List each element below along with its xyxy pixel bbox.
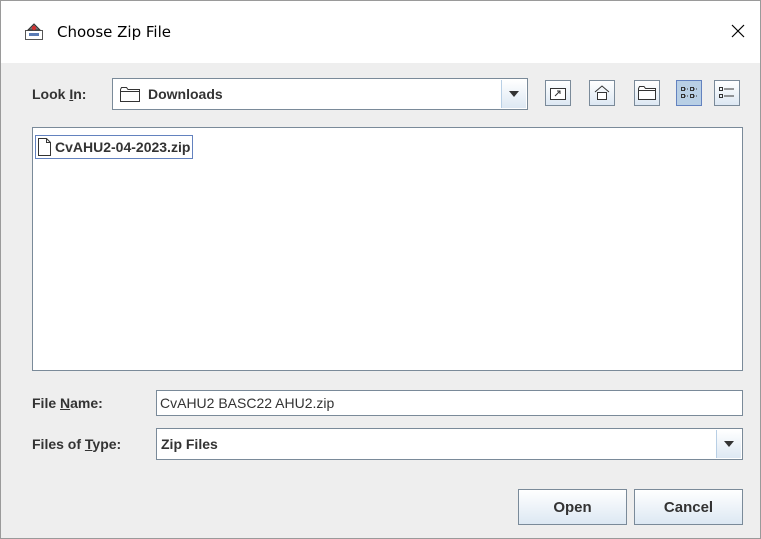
look-in-label: Look In: xyxy=(32,86,87,102)
file-type-label: Files of Type: xyxy=(32,436,122,452)
cancel-button[interactable]: Cancel xyxy=(634,489,743,525)
up-one-level-button[interactable] xyxy=(545,80,571,106)
new-folder-icon xyxy=(638,86,656,100)
close-button[interactable] xyxy=(716,13,760,49)
close-icon xyxy=(731,24,745,38)
file-list[interactable]: CvAHU2-04-2023.zip xyxy=(32,127,743,371)
file-name-field[interactable] xyxy=(156,390,743,416)
file-type-dropdown-button[interactable] xyxy=(716,430,741,458)
chevron-down-icon xyxy=(509,91,519,97)
look-in-combo[interactable]: Downloads xyxy=(112,78,528,110)
file-name-text: CvAHU2-04-2023.zip xyxy=(55,139,191,155)
home-icon xyxy=(594,85,610,100)
look-in-dropdown-button[interactable] xyxy=(501,80,526,108)
file-type-combo[interactable]: Zip Files xyxy=(156,428,743,460)
window-title: Choose Zip File xyxy=(57,23,171,41)
open-button[interactable]: Open xyxy=(518,489,627,525)
file-name-input[interactable] xyxy=(160,393,730,413)
look-in-value: Downloads xyxy=(148,86,223,102)
java-app-icon xyxy=(25,23,43,40)
up-one-level-icon xyxy=(550,88,566,100)
details-view-icon xyxy=(719,87,734,98)
chevron-down-icon xyxy=(724,441,734,447)
list-view-icon xyxy=(681,87,697,98)
list-item[interactable]: CvAHU2-04-2023.zip xyxy=(35,135,194,159)
details-view-button[interactable] xyxy=(714,80,740,106)
folder-icon xyxy=(120,87,140,102)
new-folder-button[interactable] xyxy=(634,80,660,106)
title-bar[interactable]: Choose Zip File xyxy=(1,1,760,63)
list-view-button[interactable] xyxy=(676,80,702,106)
file-icon xyxy=(38,138,51,156)
home-button[interactable] xyxy=(589,80,615,106)
file-chooser-dialog: Choose Zip File Look In: Downloads CvAHU… xyxy=(0,0,761,539)
file-name-label: File Name: xyxy=(32,395,103,411)
file-type-value: Zip Files xyxy=(161,436,218,452)
